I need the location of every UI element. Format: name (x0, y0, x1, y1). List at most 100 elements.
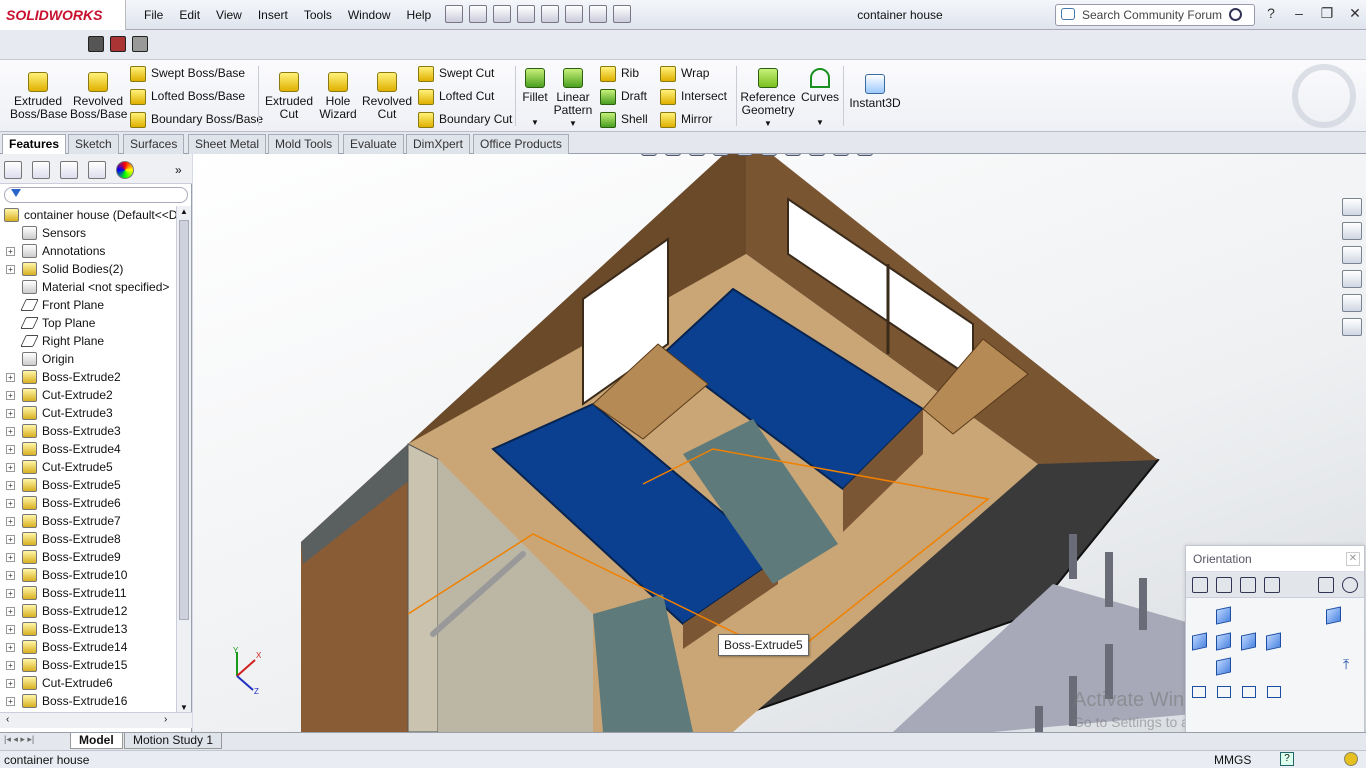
tree-item[interactable]: + Boss-Extrude11 (0, 584, 176, 602)
tree-item[interactable]: Top Plane (0, 314, 176, 332)
property-manager-icon[interactable] (32, 161, 50, 179)
swept-cut-button[interactable]: Swept Cut (418, 66, 494, 82)
display-manager-icon[interactable] (116, 161, 134, 179)
tab-scroll-arrows-icon[interactable]: |◂ ◂ ▸ ▸| (4, 734, 34, 745)
graphics-area[interactable]: ◫ ◨ – ❐ ✕ Boss-Extrude5 Y X Z Activate W… (193, 154, 1366, 732)
scroll-right-icon[interactable]: › (164, 714, 167, 725)
back-view-icon[interactable] (1266, 632, 1281, 651)
menu-edit[interactable]: Edit (171, 8, 208, 22)
tab-dimxpert[interactable]: DimXpert (406, 134, 471, 154)
close-icon[interactable]: ✕ (1348, 6, 1362, 20)
expand-node-icon[interactable]: + (6, 499, 15, 508)
lofted-boss-button[interactable]: Lofted Boss/Base (130, 89, 245, 105)
revolved-boss-button[interactable]: Revolved Boss/Base (70, 72, 127, 121)
rebuild-icon[interactable] (589, 5, 607, 23)
lofted-cut-button[interactable]: Lofted Cut (418, 89, 494, 105)
tree-item[interactable]: + Boss-Extrude7 (0, 512, 176, 530)
extruded-cut-button[interactable]: Extruded Cut (263, 72, 315, 121)
expand-node-icon[interactable]: + (6, 679, 15, 688)
menu-file[interactable]: File (136, 8, 171, 22)
swept-boss-button[interactable]: Swept Boss/Base (130, 66, 245, 82)
boundary-cut-button[interactable]: Boundary Cut (418, 112, 512, 128)
shell-button[interactable]: Shell (600, 112, 648, 128)
viewport-split-icon[interactable]: ◫ (1253, 154, 1266, 155)
tree-item[interactable]: + Annotations (0, 242, 176, 260)
help-icon[interactable]: ? (1264, 6, 1278, 20)
wrap-button[interactable]: Wrap (660, 66, 709, 82)
view-selector-icon[interactable] (1318, 577, 1334, 593)
custom-properties-icon[interactable] (1342, 318, 1362, 336)
tree-item[interactable]: + Cut-Extrude2 (0, 386, 176, 404)
scrollbar-thumb[interactable] (179, 220, 189, 620)
expand-panel-icon[interactable]: » (175, 163, 182, 177)
tree-item[interactable]: Origin (0, 350, 176, 368)
expand-node-icon[interactable]: + (6, 463, 15, 472)
front-view-icon[interactable] (1216, 632, 1231, 651)
isometric-view-icon[interactable] (1326, 606, 1341, 625)
orientation-close-icon[interactable]: ✕ (1346, 552, 1360, 566)
update-view-icon[interactable] (1216, 577, 1232, 593)
viewport-tile-icon[interactable]: ◨ (1276, 154, 1289, 155)
tree-item[interactable]: + Boss-Extrude5 (0, 476, 176, 494)
expand-node-icon[interactable]: + (6, 625, 15, 634)
zoom-to-area-icon[interactable] (665, 154, 681, 156)
search-community-forum[interactable]: Search Community Forum (1055, 4, 1255, 26)
reference-geometry-dropdown-icon[interactable]: ▼ (740, 117, 796, 130)
curves-dropdown-icon[interactable]: ▼ (800, 116, 840, 129)
design-library-icon[interactable] (1342, 222, 1362, 240)
pin-icon[interactable] (1342, 577, 1358, 593)
minimize-icon[interactable]: – (1292, 6, 1306, 20)
tree-item[interactable]: + Solid Bodies(2) (0, 260, 176, 278)
expand-node-icon[interactable]: + (6, 535, 15, 544)
restore-icon[interactable]: ❐ (1320, 6, 1334, 20)
hole-wizard-button[interactable]: Hole Wizard (316, 72, 360, 121)
expand-node-icon[interactable]: + (6, 553, 15, 562)
tab-surfaces[interactable]: Surfaces (123, 134, 185, 154)
two-view-horizontal-icon[interactable] (1217, 686, 1231, 698)
tab-sheet-metal[interactable]: Sheet Metal (188, 134, 267, 154)
normal-to-icon[interactable]: ⤒ (1343, 656, 1349, 673)
expand-node-icon[interactable]: + (6, 589, 15, 598)
right-view-icon[interactable] (1241, 632, 1256, 651)
intersect-button[interactable]: Intersect (660, 89, 727, 105)
edit-appearance-icon[interactable] (809, 154, 825, 156)
menu-tools[interactable]: Tools (296, 8, 340, 22)
tree-item[interactable]: + Boss-Extrude9 (0, 548, 176, 566)
home-icon[interactable] (1342, 198, 1362, 216)
viewport-restore-icon[interactable]: ❐ (1322, 154, 1335, 155)
undo-icon[interactable] (541, 5, 559, 23)
status-help-icon[interactable]: ? (1280, 752, 1294, 766)
tree-item[interactable]: + Cut-Extrude5 (0, 458, 176, 476)
expand-node-icon[interactable]: + (6, 643, 15, 652)
tab-mold-tools[interactable]: Mold Tools (268, 134, 340, 154)
expand-node-icon[interactable]: + (6, 445, 15, 454)
tree-item[interactable]: + Boss-Extrude13 (0, 620, 176, 638)
view-orientation-icon[interactable] (737, 154, 753, 156)
tree-item[interactable]: + Cut-Extrude6 (0, 674, 176, 692)
view-palette-icon[interactable] (1342, 270, 1362, 288)
boundary-boss-button[interactable]: Boundary Boss/Base (130, 112, 263, 128)
zoom-to-fit-icon[interactable] (641, 154, 657, 156)
tree-horizontal-scrollbar[interactable]: ‹ › (0, 712, 192, 728)
tree-item[interactable]: + Boss-Extrude10 (0, 566, 176, 584)
expand-node-icon[interactable]: + (6, 607, 15, 616)
tree-item[interactable]: + Boss-Extrude2 (0, 368, 176, 386)
revolved-cut-button[interactable]: Revolved Cut (362, 72, 412, 121)
select-pointer-icon[interactable] (565, 5, 583, 23)
dimxpert-manager-icon[interactable] (88, 161, 106, 179)
expand-node-icon[interactable]: + (6, 409, 15, 418)
apply-scene-icon[interactable] (833, 154, 849, 156)
instant3d-button[interactable]: Instant3D (848, 74, 902, 110)
menu-window[interactable]: Window (340, 8, 399, 22)
expand-node-icon[interactable]: + (6, 265, 15, 274)
tab-model[interactable]: Model (70, 733, 123, 749)
scroll-left-icon[interactable]: ‹ (6, 714, 9, 725)
menu-insert[interactable]: Insert (250, 8, 296, 22)
scroll-up-icon[interactable]: ▲ (177, 206, 191, 218)
tree-item[interactable]: + Cut-Extrude3 (0, 404, 176, 422)
tree-item[interactable]: + Boss-Extrude6 (0, 494, 176, 512)
fillet-dropdown-icon[interactable]: ▼ (518, 116, 552, 129)
hide-show-items-icon[interactable] (785, 154, 801, 156)
tab-features[interactable]: Features (2, 134, 67, 155)
search-icon[interactable] (1229, 8, 1242, 21)
